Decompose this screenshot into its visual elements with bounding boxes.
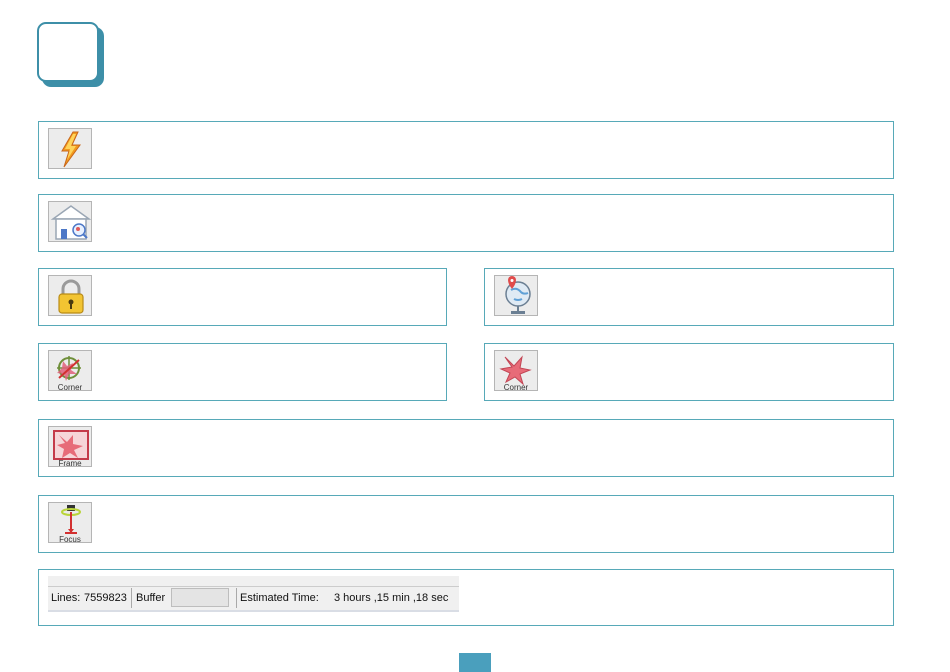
- corner-star-caption: Corner: [503, 383, 529, 391]
- section-badge: [37, 22, 99, 82]
- row-focus: Focus: [38, 495, 894, 553]
- frame-caption: Frame: [58, 459, 82, 467]
- lines-label: Lines:: [51, 592, 81, 604]
- corner-target-icon[interactable]: Corner: [48, 350, 92, 391]
- buffer-label: Buffer: [136, 592, 166, 604]
- lock-icon[interactable]: [48, 275, 92, 316]
- buffer-progress: [171, 588, 229, 607]
- row-frame: Frame: [38, 419, 894, 477]
- home-search-icon[interactable]: [48, 201, 92, 242]
- globe-location-icon[interactable]: [494, 275, 538, 316]
- status-separator: [131, 588, 132, 608]
- row-status: Lines: 7559823 Buffer Estimated Time: 3 …: [38, 569, 894, 626]
- estimated-label: Estimated Time:: [240, 592, 319, 604]
- estimated-value: 3 hours ,15 min ,18 sec: [334, 592, 449, 604]
- row-lock: [38, 268, 447, 326]
- focus-caption: Focus: [59, 535, 81, 543]
- status-bottom-strip: [48, 610, 459, 612]
- page-indicator: [459, 653, 491, 672]
- lines-value: 7559823: [84, 592, 127, 604]
- status-separator: [236, 588, 237, 608]
- lightning-icon[interactable]: [48, 128, 92, 169]
- status-top-strip: [48, 576, 459, 587]
- row-corner-target: Corner: [38, 343, 447, 401]
- status-bar: Lines: 7559823 Buffer Estimated Time: 3 …: [48, 576, 459, 612]
- row-home-search: [38, 194, 894, 252]
- corner-target-caption: Corner: [57, 383, 83, 391]
- row-corner-star: Corner: [484, 343, 894, 401]
- row-globe-location: [484, 268, 894, 326]
- row-lightning: [38, 121, 894, 179]
- corner-star-icon[interactable]: Corner: [494, 350, 538, 391]
- focus-icon[interactable]: Focus: [48, 502, 92, 543]
- frame-icon[interactable]: Frame: [48, 426, 92, 467]
